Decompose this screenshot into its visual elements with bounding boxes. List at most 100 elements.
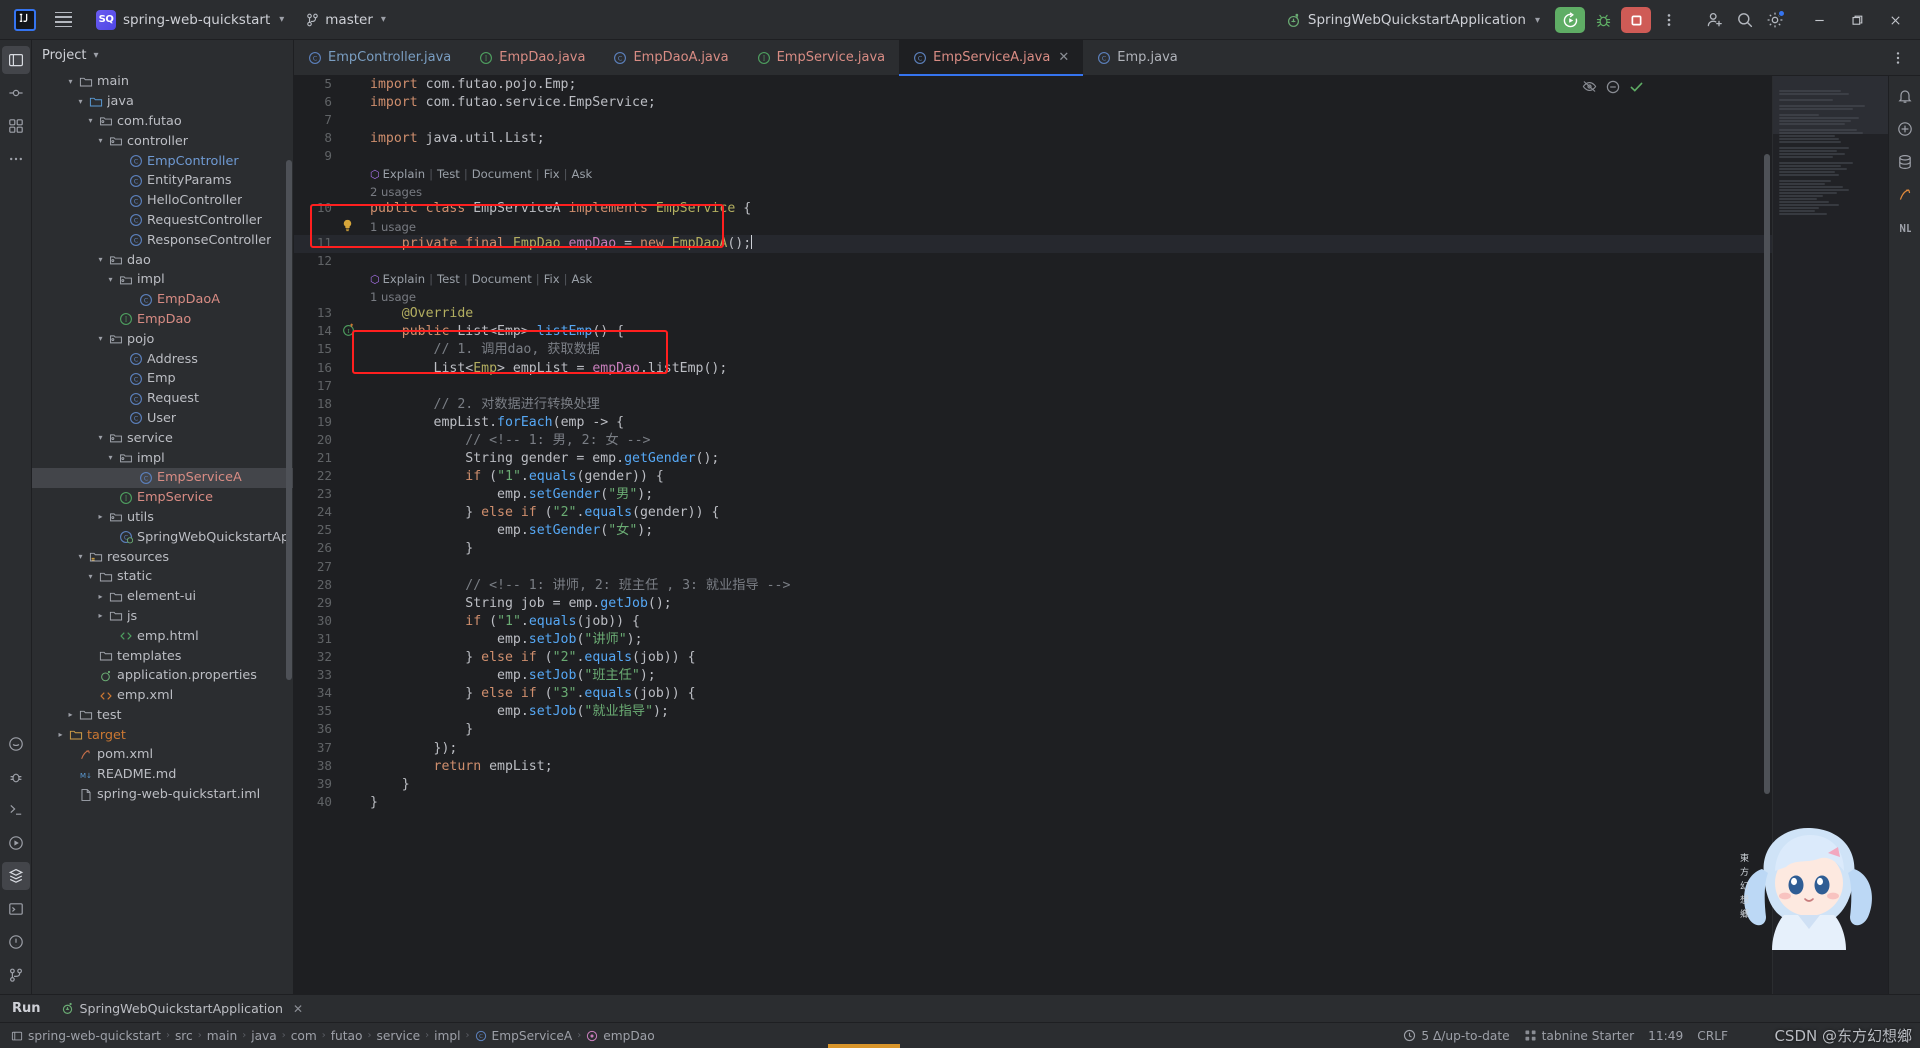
- meet-new-ui-icon[interactable]: [1891, 214, 1919, 242]
- tree-item-java[interactable]: ▾ java: [32, 92, 293, 112]
- tree-item-emp[interactable]: C Emp: [32, 369, 293, 389]
- ai-action-document[interactable]: Document: [472, 272, 532, 286]
- problems-tool-icon[interactable]: [2, 928, 30, 956]
- breadcrumb-item-service[interactable]: service: [371, 1029, 425, 1043]
- ai-action-test[interactable]: Test: [437, 167, 460, 181]
- tree-item-hellocontroller[interactable]: C HelloController: [32, 191, 293, 211]
- project-tree-scrollbar[interactable]: [286, 160, 292, 680]
- chevron-down-icon[interactable]: ▾: [84, 117, 97, 125]
- chevron-down-icon[interactable]: ▾: [64, 77, 77, 86]
- tree-item-request[interactable]: C Request: [32, 389, 293, 409]
- editor-tab-empdao[interactable]: I EmpDao.java: [465, 40, 599, 75]
- run-tool-icon[interactable]: [2, 829, 30, 857]
- tree-item-entityparams[interactable]: C EntityParams: [32, 171, 293, 191]
- tree-item-spring-web-quickstart-iml[interactable]: spring-web-quickstart.iml: [32, 785, 293, 805]
- chevron-right-icon[interactable]: ▸: [94, 592, 107, 601]
- run-button[interactable]: [1555, 7, 1585, 33]
- tree-item-test[interactable]: ▸ test: [32, 706, 293, 726]
- chevron-right-icon[interactable]: ▸: [64, 711, 77, 719]
- ai-action-fix[interactable]: Fix: [544, 272, 560, 286]
- hide-hints-icon[interactable]: [1582, 80, 1597, 94]
- tree-item-application-properties[interactable]: application.properties: [32, 666, 293, 686]
- more-options-icon[interactable]: [1654, 5, 1684, 35]
- editor-options-icon[interactable]: [1882, 40, 1914, 76]
- breadcrumb-item-empdao[interactable]: empDao: [581, 1029, 659, 1043]
- commit-tool-icon[interactable]: [2, 79, 30, 107]
- minimize-icon[interactable]: [1800, 0, 1838, 40]
- chevron-down-icon[interactable]: ▾: [94, 256, 107, 264]
- tree-item-empservice[interactable]: I EmpService: [32, 488, 293, 508]
- run-tab-springwebquickstartapplication[interactable]: SpringWebQuickstartApplication ✕: [55, 999, 309, 1018]
- tree-item-readme-md[interactable]: M↓ README.md: [32, 765, 293, 785]
- tabnine-widget[interactable]: tabnine Starter: [1524, 1029, 1634, 1043]
- structure-tool-icon[interactable]: [2, 112, 30, 140]
- tree-item-address[interactable]: C Address: [32, 349, 293, 369]
- tree-item-dao[interactable]: ▾ dao: [32, 250, 293, 270]
- ai-action-test[interactable]: Test: [437, 272, 460, 286]
- editor-tab-bar[interactable]: C EmpController.java I EmpDao.java C EmpDaoA.…: [294, 40, 1920, 76]
- chevron-right-icon[interactable]: ▸: [94, 612, 107, 620]
- inspections-widget-icon[interactable]: [1606, 80, 1620, 94]
- chevron-down-icon[interactable]: ▾: [94, 335, 107, 343]
- tree-item-responsecontroller[interactable]: C ResponseController: [32, 230, 293, 250]
- notifications-icon[interactable]: [1891, 82, 1919, 110]
- tree-item-target[interactable]: ▸ target: [32, 725, 293, 745]
- branch-selector[interactable]: master ▾: [298, 6, 394, 34]
- tree-item-empdao[interactable]: I EmpDao: [32, 310, 293, 330]
- more-tool-windows-icon[interactable]: [2, 145, 30, 173]
- breadcrumb-item-impl[interactable]: impl: [429, 1029, 465, 1043]
- breadcrumb-item-java[interactable]: java: [246, 1029, 282, 1043]
- breadcrumb-item-empservicea[interactable]: C EmpServiceA: [470, 1029, 578, 1043]
- settings-icon[interactable]: [1760, 5, 1790, 35]
- terminal2-tool-icon[interactable]: [2, 895, 30, 923]
- vcs-status-widget[interactable]: 5 Δ/up-to-date: [1403, 1029, 1510, 1043]
- ai-action-ask[interactable]: Ask: [572, 272, 593, 286]
- close-icon[interactable]: [1876, 0, 1914, 40]
- no-problems-icon[interactable]: [1629, 80, 1644, 94]
- chevron-down-icon[interactable]: ▾: [104, 275, 117, 284]
- chevron-down-icon[interactable]: ▾: [74, 553, 87, 561]
- tree-item-requestcontroller[interactable]: C RequestController: [32, 211, 293, 231]
- tree-item-main[interactable]: ▾ main: [32, 72, 293, 92]
- project-tree[interactable]: ▾ main ▾ java ▾ com.futao ▾ controller C EmpContr…: [32, 70, 293, 994]
- editor-scrollbar[interactable]: [1764, 154, 1770, 794]
- tree-item-js[interactable]: ▸ js: [32, 607, 293, 627]
- tree-item-utils[interactable]: ▸ utils: [32, 508, 293, 528]
- maven-icon[interactable]: [1891, 181, 1919, 209]
- maximize-icon[interactable]: [1838, 0, 1876, 40]
- add-user-icon[interactable]: [1700, 5, 1730, 35]
- project-panel-header[interactable]: Project ▾: [32, 40, 293, 70]
- tree-item-emp-xml[interactable]: emp.xml: [32, 686, 293, 706]
- tree-item-springwebquickstartappli[interactable]: C SpringWebQuickstartAppli: [32, 527, 293, 547]
- search-icon[interactable]: [1730, 5, 1760, 35]
- terminal-tool-icon[interactable]: [2, 796, 30, 824]
- breadcrumb-item-futao[interactable]: futao: [326, 1029, 368, 1043]
- inline-hint[interactable]: 1 usage: [368, 289, 1772, 306]
- inline-hint[interactable]: ⬡ Explain | Test | Document | Fix | Ask: [368, 271, 1772, 289]
- chevron-right-icon[interactable]: ▸: [54, 731, 67, 739]
- inline-hint[interactable]: 2 usages: [368, 184, 1772, 201]
- stop-button[interactable]: [1621, 7, 1651, 33]
- ai-action-explain[interactable]: Explain: [383, 272, 425, 286]
- tree-item-user[interactable]: C User: [32, 409, 293, 429]
- breadcrumb-item-spring-web-quickstart[interactable]: spring-web-quickstart: [6, 1029, 166, 1043]
- implementing-method-icon[interactable]: I: [342, 323, 368, 341]
- tree-item-static[interactable]: ▾ static: [32, 567, 293, 587]
- code-minimap[interactable]: [1772, 76, 1888, 994]
- inline-hint[interactable]: ⬡ Explain | Test | Document | Fix | Ask: [368, 166, 1772, 184]
- editor-tab-empservicea[interactable]: C EmpServiceA.java ✕: [899, 40, 1084, 76]
- ai-action-explain[interactable]: Explain: [383, 167, 425, 181]
- chevron-down-icon[interactable]: ▾: [104, 454, 117, 462]
- version-control-icon[interactable]: [2, 961, 30, 989]
- tree-item-resources[interactable]: ▾ resources: [32, 547, 293, 567]
- caret-position-widget[interactable]: 11:49: [1648, 1029, 1683, 1043]
- main-menu-icon[interactable]: [48, 5, 78, 35]
- inline-hint[interactable]: 1 usage: [368, 219, 1772, 236]
- tree-item-templates[interactable]: templates: [32, 646, 293, 666]
- line-separator-widget[interactable]: CRLF: [1697, 1029, 1728, 1043]
- editor-tab-empdaoa[interactable]: C EmpDaoA.java: [599, 40, 742, 75]
- chevron-down-icon[interactable]: ▾: [84, 572, 97, 581]
- tree-item-controller[interactable]: ▾ controller: [32, 131, 293, 151]
- debug-tool-icon[interactable]: [2, 763, 30, 791]
- ai-chat-icon[interactable]: [1891, 115, 1919, 143]
